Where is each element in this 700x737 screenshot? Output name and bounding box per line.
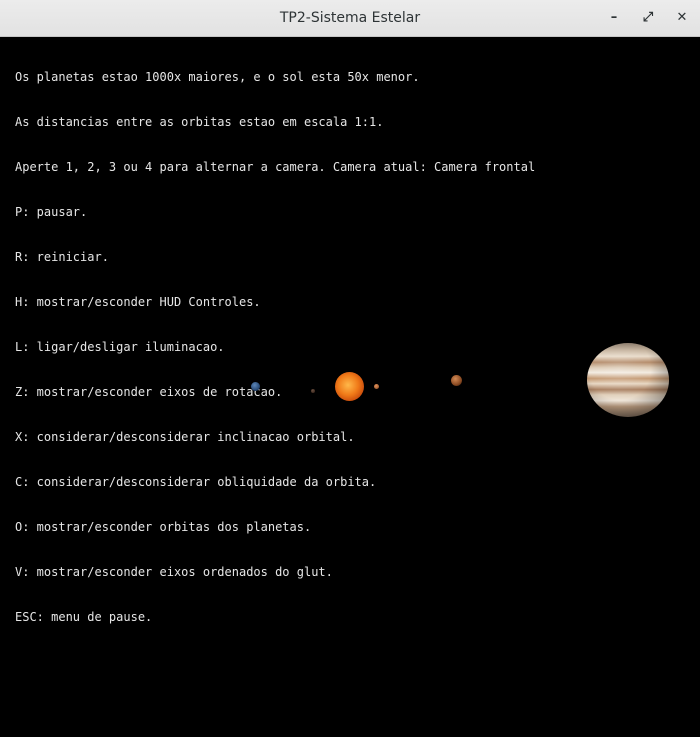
hud-controls: Os planetas estao 1000x maiores, e o sol…: [15, 40, 535, 655]
jupiter: [587, 343, 669, 417]
hud-line: O: mostrar/esconder orbitas dos planetas…: [15, 520, 312, 534]
render-canvas[interactable]: Os planetas estao 1000x maiores, e o sol…: [0, 37, 700, 737]
title-bar[interactable]: TP2-Sistema Estelar – ⤢ ✕: [0, 0, 700, 37]
hud-line: P: pausar.: [15, 205, 88, 219]
minimize-button[interactable]: –: [602, 6, 626, 30]
app-window: TP2-Sistema Estelar – ⤢ ✕ Os planetas es…: [0, 0, 700, 737]
blue-planet: [251, 382, 260, 391]
hud-line: L: ligar/desligar iluminacao.: [15, 340, 225, 354]
hud-line: R: reiniciar.: [15, 250, 109, 264]
hud-line: H: mostrar/esconder HUD Controles.: [15, 295, 261, 309]
maximize-button[interactable]: ⤢: [636, 6, 660, 30]
window-title: TP2-Sistema Estelar: [279, 10, 421, 26]
hud-line: As distancias entre as orbitas estao em …: [15, 115, 384, 129]
hud-line: V: mostrar/esconder eixos ordenados do g…: [15, 565, 333, 579]
sun: [335, 372, 364, 401]
hud-line: Z: mostrar/esconder eixos de rotacao.: [15, 385, 283, 399]
small-planet: [374, 384, 379, 389]
tiny-planet: [311, 389, 315, 393]
hud-line: C: considerar/desconsiderar obliquidade …: [15, 475, 377, 489]
hud-line: X: considerar/desconsiderar inclinacao o…: [15, 430, 355, 444]
hud-line: Os planetas estao 1000x maiores, e o sol…: [15, 70, 420, 84]
hud-line: Aperte 1, 2, 3 ou 4 para alternar a came…: [15, 160, 536, 174]
close-button[interactable]: ✕: [670, 6, 694, 30]
mars-like-planet: [451, 375, 462, 386]
hud-line: ESC: menu de pause.: [15, 610, 153, 624]
